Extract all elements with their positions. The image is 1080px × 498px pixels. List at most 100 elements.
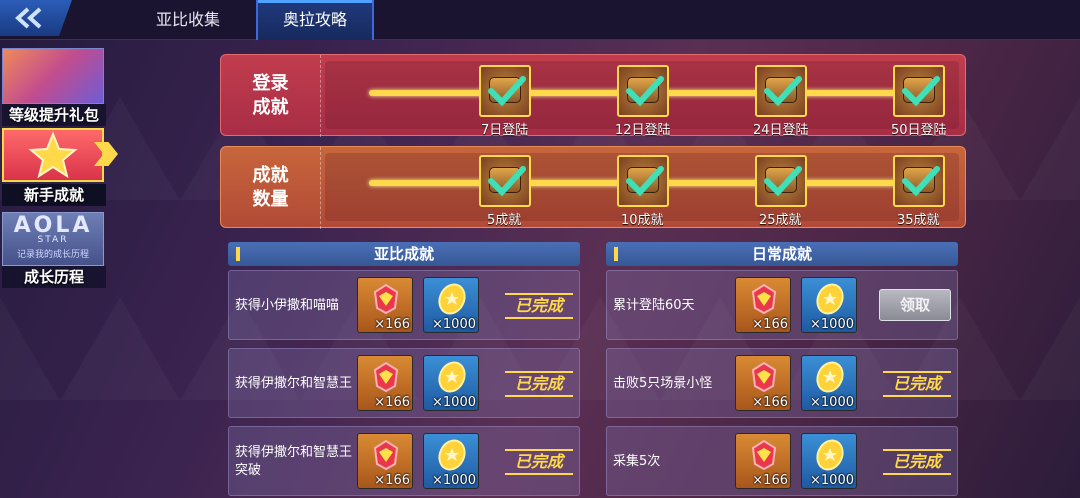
list-item: 获得伊撒尔和智慧王 ×166 ×1000 已完成	[228, 348, 580, 418]
checkmark-icon	[626, 166, 664, 197]
item-quantity: ×1000	[810, 317, 854, 332]
gift-pack-image	[2, 48, 104, 104]
reward-gem[interactable]: ×166	[735, 433, 791, 489]
strip-title-line: 成就	[252, 165, 289, 186]
sidebar-item-label: 成长历程	[2, 266, 106, 288]
completed-badge: 已完成	[879, 369, 955, 399]
red-gem-icon	[373, 361, 399, 393]
red-gem-icon	[373, 439, 399, 471]
item-quantity: ×166	[374, 395, 410, 410]
sidebar-item-label: 新手成就	[2, 184, 106, 206]
strip-title-line: 数量	[252, 189, 289, 210]
item-quantity: ×1000	[810, 395, 854, 410]
item-quantity: ×166	[374, 317, 410, 332]
reward-coin[interactable]: ×1000	[423, 277, 479, 333]
checkmark-icon	[764, 166, 802, 197]
list-item: 累计登陆60天 ×166 ×1000 领取	[606, 270, 958, 340]
list-item: 采集5次 ×166 ×1000 已完成	[606, 426, 958, 496]
reward-gem[interactable]: ×166	[357, 433, 413, 489]
gold-coin-icon	[816, 439, 844, 471]
panel-title: 亚比成就	[228, 242, 580, 266]
reward-chest-5[interactable]	[479, 155, 531, 207]
red-gem-icon	[751, 361, 777, 393]
logo-caption: 记录我的成长历程	[16, 250, 89, 260]
strip-title-line: 成就	[252, 97, 289, 118]
double-chevron-left-icon	[15, 7, 42, 29]
reward-gem[interactable]: ×166	[735, 277, 791, 333]
star-badge-image	[2, 128, 104, 182]
achievement-text: 采集5次	[613, 454, 661, 469]
reward-coin[interactable]: ×1000	[801, 355, 857, 411]
reward-gem[interactable]: ×166	[357, 355, 413, 411]
login-achievement-strip: 登录 成就 7日登陆 12日登陆 24日登陆 50日登陆	[220, 54, 966, 138]
reward-coin[interactable]: ×1000	[801, 277, 857, 333]
gold-coin-icon	[438, 283, 466, 315]
reward-chest-50[interactable]	[893, 65, 945, 117]
tab-aola-guide[interactable]: 奥拉攻略	[256, 0, 374, 40]
reward-coin[interactable]: ×1000	[423, 355, 479, 411]
red-gem-icon	[751, 283, 777, 315]
tab-yabi-collection[interactable]: 亚比收集	[120, 0, 256, 40]
gold-coin-icon	[438, 361, 466, 393]
checkmark-icon	[488, 166, 526, 197]
sidebar-item-newbie-achievement[interactable]: 新手成就	[2, 128, 118, 206]
red-gem-icon	[373, 283, 399, 315]
completed-badge: 已完成	[501, 369, 577, 399]
reward-chest-24[interactable]	[755, 65, 807, 117]
sidebar-item-growth-history[interactable]: AOLA STAR 记录我的成长历程 成长历程	[2, 212, 106, 288]
reward-label: 10成就	[621, 213, 664, 228]
item-quantity: ×1000	[432, 473, 476, 488]
aola-star-logo: AOLA STAR 记录我的成长历程	[2, 212, 104, 266]
reward-gem[interactable]: ×166	[735, 355, 791, 411]
reward-chest-25[interactable]	[755, 155, 807, 207]
sidebar: 等级提升礼包 新手成就 AOLA STAR 记录我的成长历程 成长历程	[0, 48, 118, 288]
checkmark-icon	[902, 76, 940, 107]
gold-coin-icon	[438, 439, 466, 471]
achievement-text: 累计登陆60天	[613, 298, 695, 313]
reward-label: 12日登陆	[615, 123, 671, 138]
completed-badge: 已完成	[501, 447, 577, 477]
strip-title-line: 登录	[252, 73, 289, 94]
reward-gem[interactable]: ×166	[357, 277, 413, 333]
panel-title: 日常成就	[606, 242, 958, 266]
checkmark-icon	[764, 76, 802, 107]
claim-button[interactable]: 领取	[879, 289, 951, 321]
achievement-text: 获得伊撒尔和智慧王	[235, 376, 353, 391]
achievement-text: 获得小伊撒和喵喵	[235, 298, 340, 313]
completed-badge: 已完成	[879, 447, 955, 477]
list-item: 获得小伊撒和喵喵 ×166 ×1000 已完成	[228, 270, 580, 340]
reward-label: 5成就	[487, 213, 522, 228]
reward-label: 24日登陆	[753, 123, 809, 138]
yabi-achievement-panel: 亚比成就 获得小伊撒和喵喵 ×166 ×1000 已完成 获得伊撒尔和智慧王 ×…	[228, 242, 580, 498]
gold-coin-icon	[816, 361, 844, 393]
star-icon	[28, 131, 78, 179]
achievement-count-strip: 成就 数量 5成就 10成就 25成就 35成就	[220, 146, 966, 229]
back-button[interactable]	[0, 0, 72, 36]
checkmark-icon	[488, 76, 526, 107]
reward-chest-10[interactable]	[617, 155, 669, 207]
checkmark-icon	[626, 76, 664, 107]
achievement-text: 获得伊撒尔和智慧王突破	[235, 445, 353, 478]
top-bar: 亚比收集 奥拉攻略	[0, 0, 1080, 40]
reward-label: 50日登陆	[891, 123, 947, 138]
reward-label: 7日登陆	[481, 123, 529, 138]
logo-subtitle: STAR	[37, 235, 69, 245]
reward-chest-35[interactable]	[893, 155, 945, 207]
reward-label: 25成就	[759, 213, 802, 228]
achievement-text: 击败5只场景小怪	[613, 376, 713, 391]
list-item: 获得伊撒尔和智慧王突破 ×166 ×1000 已完成	[228, 426, 580, 496]
item-quantity: ×1000	[810, 473, 854, 488]
reward-chest-12[interactable]	[617, 65, 669, 117]
gold-coin-icon	[816, 283, 844, 315]
reward-coin[interactable]: ×1000	[801, 433, 857, 489]
daily-achievement-panel: 日常成就 累计登陆60天 ×166 ×1000 领取 击败5只场景小怪 ×166…	[606, 242, 958, 498]
reward-label: 35成就	[897, 213, 940, 228]
reward-chest-7[interactable]	[479, 65, 531, 117]
sidebar-item-label: 等级提升礼包	[2, 104, 106, 126]
reward-coin[interactable]: ×1000	[423, 433, 479, 489]
sidebar-item-level-gift[interactable]: 等级提升礼包	[2, 48, 106, 126]
strip-title: 成就 数量	[221, 147, 321, 229]
item-quantity: ×166	[752, 317, 788, 332]
list-item: 击败5只场景小怪 ×166 ×1000 已完成	[606, 348, 958, 418]
red-gem-icon	[751, 439, 777, 471]
